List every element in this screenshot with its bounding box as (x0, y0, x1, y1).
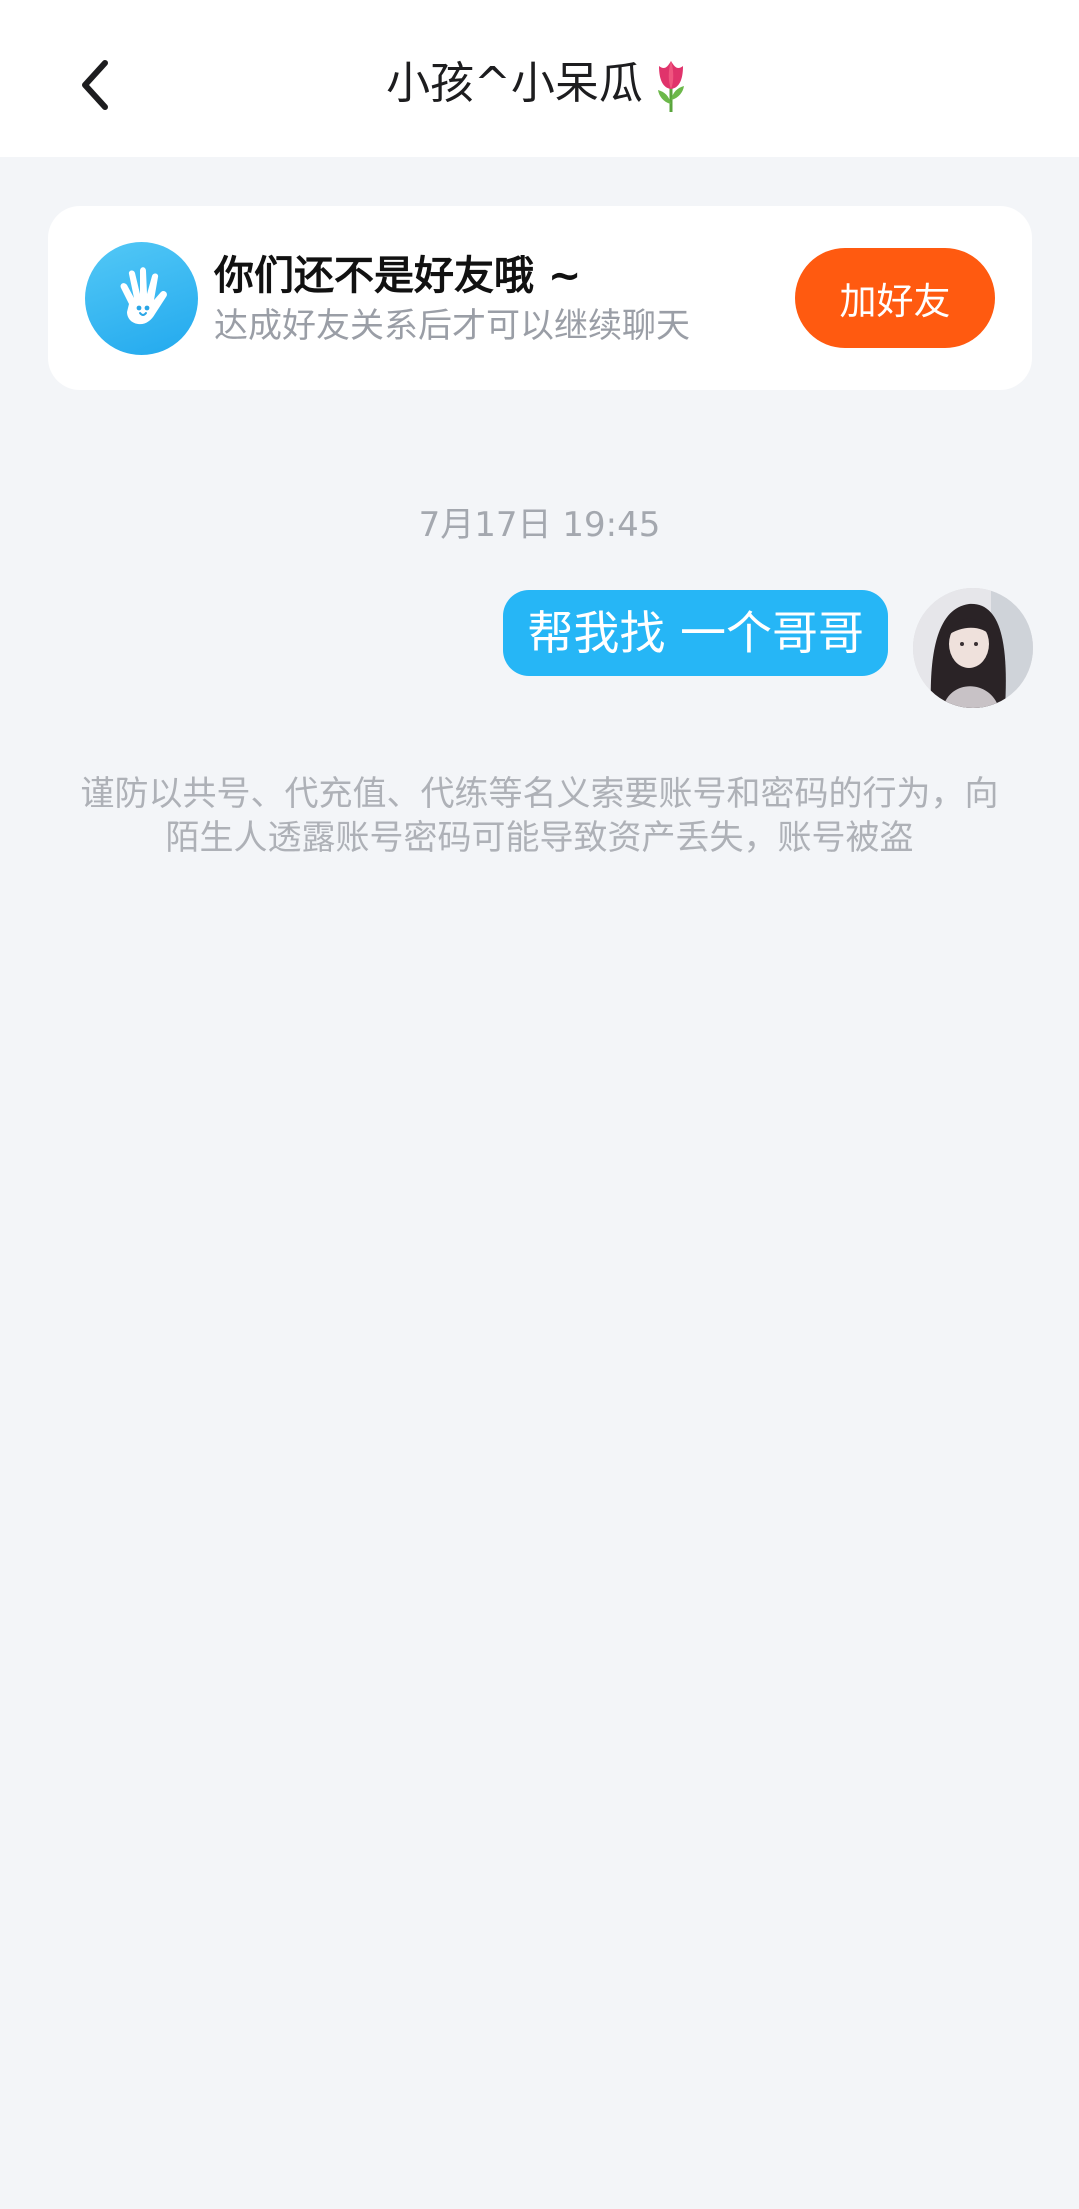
header-bar: 小孩^小呆瓜 (0, 0, 1079, 157)
card-subtitle: 达成好友关系后才可以继续聊天 (214, 306, 690, 346)
message-row: 帮我找 一个哥哥 (0, 588, 1079, 710)
message-bubble[interactable]: 帮我找 一个哥哥 (503, 590, 888, 676)
message-timestamp: 7月17日 19:45 (418, 505, 661, 545)
not-friend-card: 你们还不是好友哦 ~ 达成好友关系后才可以继续聊天 加好友 (48, 206, 1032, 390)
avatar[interactable] (913, 588, 1033, 708)
tulip-icon (657, 61, 684, 112)
page-title: 小孩^小呆瓜 (0, 52, 1079, 116)
add-friend-button[interactable]: 加好友 (795, 248, 995, 348)
waving-hand-icon (85, 242, 198, 355)
card-title: 你们还不是好友哦 ~ (214, 253, 582, 299)
page-title-text: 小孩^小呆瓜 (386, 58, 643, 109)
security-notice: 谨防以共号、代充值、代练等名义索要账号和密码的行为，向陌生人透露账号密码可能导致… (80, 774, 999, 858)
